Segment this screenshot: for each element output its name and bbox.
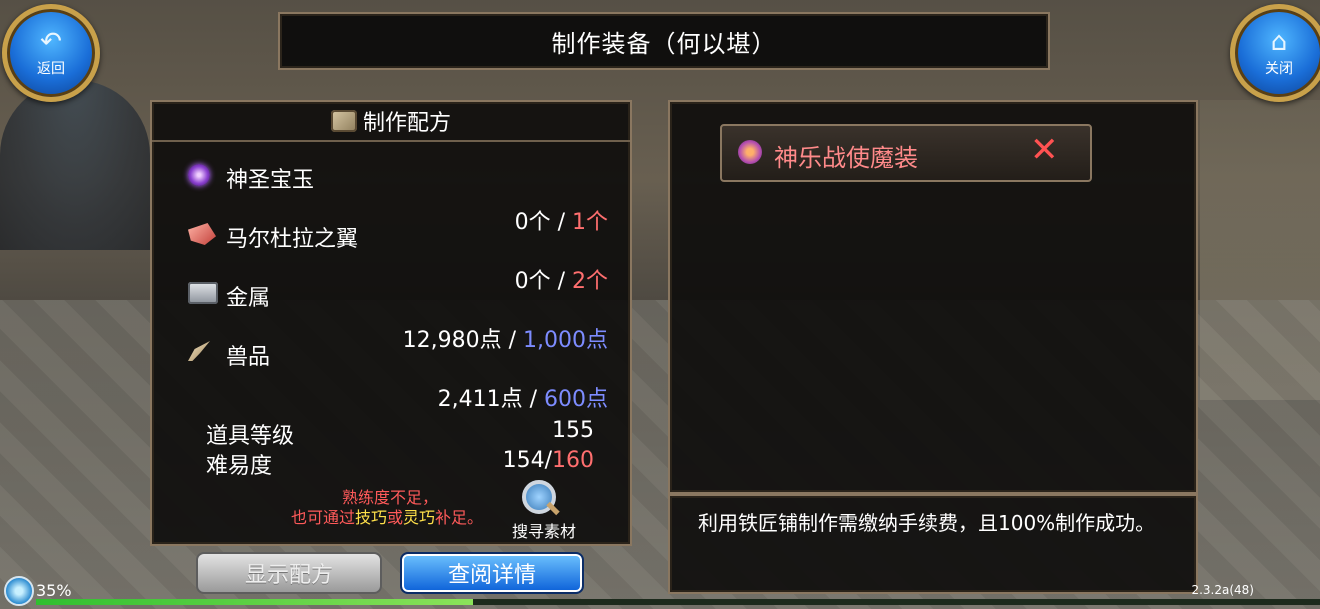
back-button[interactable]: ↶ 返回 [2,4,100,102]
xp-bar-fill [36,599,473,605]
status-ring-icon[interactable] [4,576,34,606]
item-level-label: 道具等级 [206,424,295,449]
recipe-header: 制作配方 [152,102,630,142]
remove-item-icon[interactable]: ✕ [1030,130,1059,170]
description-panel: 利用铁匠铺制作需缴纳手续费，且100%制作成功。 [668,494,1198,594]
material-sep: / [501,328,524,353]
item-detail-panel: 神乐战使魔装 ✕ [668,100,1198,494]
back-arrow-icon: ↶ [40,27,62,57]
purple-orb-icon [188,164,210,186]
material-need: 600点 [544,387,608,412]
show-recipe-button[interactable]: 显示配方 [196,552,382,594]
material-need: 1,000点 [523,328,608,353]
difficulty-label: 难易度 [206,454,273,479]
view-detail-button[interactable]: 查阅详情 [400,552,584,594]
material-have: 12,980点 [402,328,502,353]
material-name: 马尔杜拉之翼 [226,227,359,252]
material-count: 12,980点 / 1,000点 [403,322,608,354]
material-need: 1个 [572,210,608,235]
version-label: 2.3.2a(48) [1191,583,1254,597]
orb-emblem-icon [738,140,762,164]
selected-item-name: 神乐战使魔装 [774,144,918,172]
percent-readout: 35% [36,581,72,600]
home-icon: ⌂ [1270,27,1288,57]
red-wing-icon [188,223,216,245]
material-sep: / [550,269,572,294]
back-label: 返回 [37,61,65,77]
close-label: 关闭 [1265,61,1293,77]
selected-item-tag[interactable]: 神乐战使魔装 ✕ [720,124,1092,182]
material-sep: / [522,387,544,412]
material-sep: / [550,210,572,235]
material-need: 2个 [572,269,608,294]
background-arch [0,80,150,250]
search-materials-label: 搜寻素材 [511,522,576,541]
xp-bar [36,599,1320,605]
warning-text: 也可通过 [290,508,355,527]
material-name: 兽品 [226,345,271,370]
difficulty-value: 154/160 [503,448,594,473]
material-count: 0个 / 2个 [515,263,608,295]
recipe-chest-icon [330,110,357,132]
warning-text: 或 [386,508,403,527]
recipe-title: 制作配方 [362,111,451,136]
metal-ingot-icon [188,282,218,304]
claw-icon [188,341,210,361]
page-title: 制作装备（何以堪） [551,29,777,58]
material-count: 2,411点 / 600点 [438,381,608,413]
description-text: 利用铁匠铺制作需缴纳手续费，且100%制作成功。 [698,511,1156,535]
warning-dex: 灵巧 [403,508,436,527]
material-name: 神圣宝玉 [226,168,315,193]
difficulty-current: 154/ [502,448,552,473]
recipe-panel: 制作配方 神圣宝玉 0个 / 1个 马尔杜拉之翼 0个 / 2个 金属 12,9… [150,100,632,546]
difficulty-required: 160 [552,448,594,473]
material-have: 0个 [514,269,551,294]
close-button[interactable]: ⌂ 关闭 [1230,4,1320,102]
warning-text: 补足。 [435,508,484,527]
material-have: 2,411点 [437,387,523,412]
material-have: 0个 [514,210,551,235]
warning-skill: 技巧 [354,508,387,527]
material-name: 金属 [226,286,271,311]
proficiency-warning-line2: 也可通过技巧或灵巧补足。 [262,504,512,528]
search-materials-button[interactable]: 搜寻素材 [504,480,584,541]
material-count: 0个 / 1个 [515,204,608,236]
item-level-value: 155 [552,418,594,443]
title-bar: 制作装备（何以堪） [278,12,1050,70]
